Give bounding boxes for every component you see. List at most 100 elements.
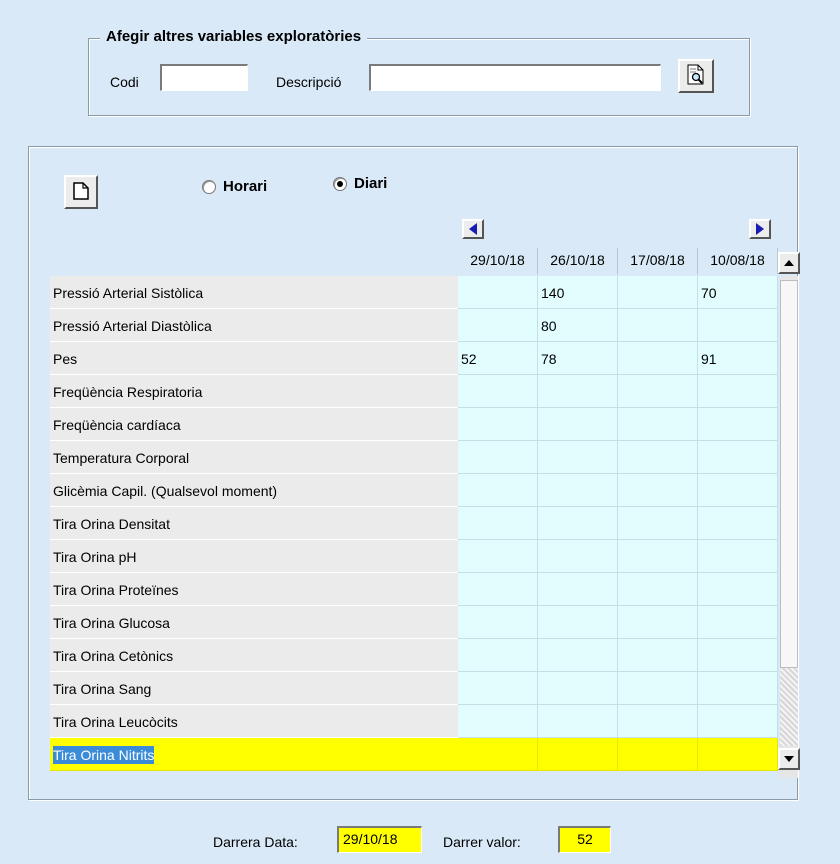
value-cell[interactable] (698, 507, 778, 540)
description-input[interactable] (369, 64, 661, 91)
value-cell[interactable] (458, 573, 538, 606)
value-cell[interactable] (538, 375, 618, 408)
value-cell[interactable] (618, 705, 698, 738)
value-cell[interactable] (538, 705, 618, 738)
table-row[interactable]: Freqüència Respiratoria (50, 375, 778, 408)
value-cell[interactable] (698, 375, 778, 408)
value-cell[interactable] (458, 408, 538, 441)
row-label[interactable]: Pes (50, 342, 458, 375)
scroll-up-button[interactable] (778, 252, 800, 274)
value-cell[interactable]: 78 (538, 342, 618, 375)
value-cell[interactable] (618, 441, 698, 474)
table-row[interactable]: Tira Orina pH (50, 540, 778, 573)
row-label[interactable]: Tira Orina Proteïnes (50, 573, 458, 606)
table-row[interactable]: Glicèmia Capil. (Qualsevol moment) (50, 474, 778, 507)
value-cell[interactable] (698, 738, 778, 771)
row-label[interactable]: Freqüència Respiratoria (50, 375, 458, 408)
code-input[interactable] (160, 64, 248, 91)
value-cell[interactable] (458, 639, 538, 672)
scrollbar-track-area[interactable] (780, 668, 798, 746)
table-row[interactable]: Tira Orina Cetònics (50, 639, 778, 672)
value-cell[interactable] (618, 639, 698, 672)
table-row[interactable]: Tira Orina Glucosa (50, 606, 778, 639)
row-label[interactable]: Freqüència cardíaca (50, 408, 458, 441)
table-row[interactable]: Freqüència cardíaca (50, 408, 778, 441)
value-cell[interactable] (538, 507, 618, 540)
value-cell[interactable] (458, 672, 538, 705)
value-cell[interactable] (618, 507, 698, 540)
new-button[interactable] (64, 175, 98, 209)
value-cell[interactable] (698, 309, 778, 342)
row-label[interactable]: Tira Orina Leucòcits (50, 705, 458, 738)
value-cell[interactable] (698, 573, 778, 606)
value-cell[interactable] (458, 606, 538, 639)
value-cell[interactable] (538, 573, 618, 606)
value-cell[interactable] (698, 672, 778, 705)
value-cell[interactable] (458, 375, 538, 408)
value-cell[interactable] (618, 276, 698, 309)
table-row[interactable]: Tira Orina Sang (50, 672, 778, 705)
value-cell[interactable] (538, 738, 618, 771)
row-label[interactable]: Tira Orina Cetònics (50, 639, 458, 672)
value-cell[interactable] (698, 441, 778, 474)
value-cell[interactable] (618, 573, 698, 606)
radio-horari-button[interactable] (202, 179, 216, 194)
value-cell[interactable] (538, 639, 618, 672)
value-cell[interactable] (458, 276, 538, 309)
date-header[interactable]: 26/10/18 (538, 248, 618, 274)
value-cell[interactable] (618, 738, 698, 771)
table-row[interactable]: Pes 52 78 91 (50, 342, 778, 375)
table-row[interactable]: Tira Orina Leucòcits (50, 705, 778, 738)
value-cell[interactable] (618, 309, 698, 342)
value-cell[interactable] (458, 474, 538, 507)
value-cell[interactable] (698, 408, 778, 441)
prev-dates-button[interactable] (462, 219, 484, 239)
value-cell[interactable] (618, 408, 698, 441)
value-cell[interactable] (698, 639, 778, 672)
value-cell[interactable] (458, 738, 538, 771)
radio-diari-button[interactable] (333, 176, 347, 191)
search-button[interactable] (678, 59, 714, 93)
value-cell[interactable] (698, 474, 778, 507)
value-cell[interactable]: 70 (698, 276, 778, 309)
value-cell[interactable] (698, 705, 778, 738)
value-cell[interactable] (538, 441, 618, 474)
value-cell[interactable] (538, 606, 618, 639)
table-row[interactable]: Pressió Arterial Diastòlica 80 (50, 309, 778, 342)
row-label[interactable]: Tira Orina Nitrits (50, 738, 458, 771)
value-cell[interactable]: 91 (698, 342, 778, 375)
row-label[interactable]: Tira Orina Densitat (50, 507, 458, 540)
row-label[interactable]: Glicèmia Capil. (Qualsevol moment) (50, 474, 458, 507)
value-cell[interactable] (458, 540, 538, 573)
next-dates-button[interactable] (749, 219, 771, 239)
value-cell[interactable] (618, 375, 698, 408)
date-header[interactable]: 10/08/18 (698, 248, 778, 274)
radio-diari[interactable]: Diari (333, 175, 387, 192)
scrollbar-thumb[interactable] (780, 280, 798, 668)
value-cell[interactable]: 80 (538, 309, 618, 342)
value-cell[interactable] (538, 474, 618, 507)
value-cell[interactable] (538, 540, 618, 573)
value-cell[interactable] (538, 408, 618, 441)
row-label[interactable]: Temperatura Corporal (50, 441, 458, 474)
table-row[interactable]: Tira Orina Nitrits (50, 738, 778, 771)
row-label[interactable]: Tira Orina Sang (50, 672, 458, 705)
value-cell[interactable] (698, 540, 778, 573)
date-header[interactable]: 29/10/18 (458, 248, 538, 274)
value-cell[interactable] (458, 441, 538, 474)
value-cell[interactable]: 140 (538, 276, 618, 309)
value-cell[interactable] (618, 606, 698, 639)
table-row[interactable]: Pressió Arterial Sistòlica 140 70 (50, 276, 778, 309)
row-label[interactable]: Pressió Arterial Sistòlica (50, 276, 458, 309)
value-cell[interactable]: 52 (458, 342, 538, 375)
row-label[interactable]: Tira Orina pH (50, 540, 458, 573)
value-cell[interactable] (458, 705, 538, 738)
value-cell[interactable] (618, 672, 698, 705)
scroll-down-button[interactable] (778, 748, 800, 770)
table-row[interactable]: Tira Orina Proteïnes (50, 573, 778, 606)
value-cell[interactable] (538, 672, 618, 705)
radio-horari[interactable]: Horari (202, 178, 267, 195)
value-cell[interactable] (618, 342, 698, 375)
value-cell[interactable] (458, 507, 538, 540)
row-label[interactable]: Tira Orina Glucosa (50, 606, 458, 639)
